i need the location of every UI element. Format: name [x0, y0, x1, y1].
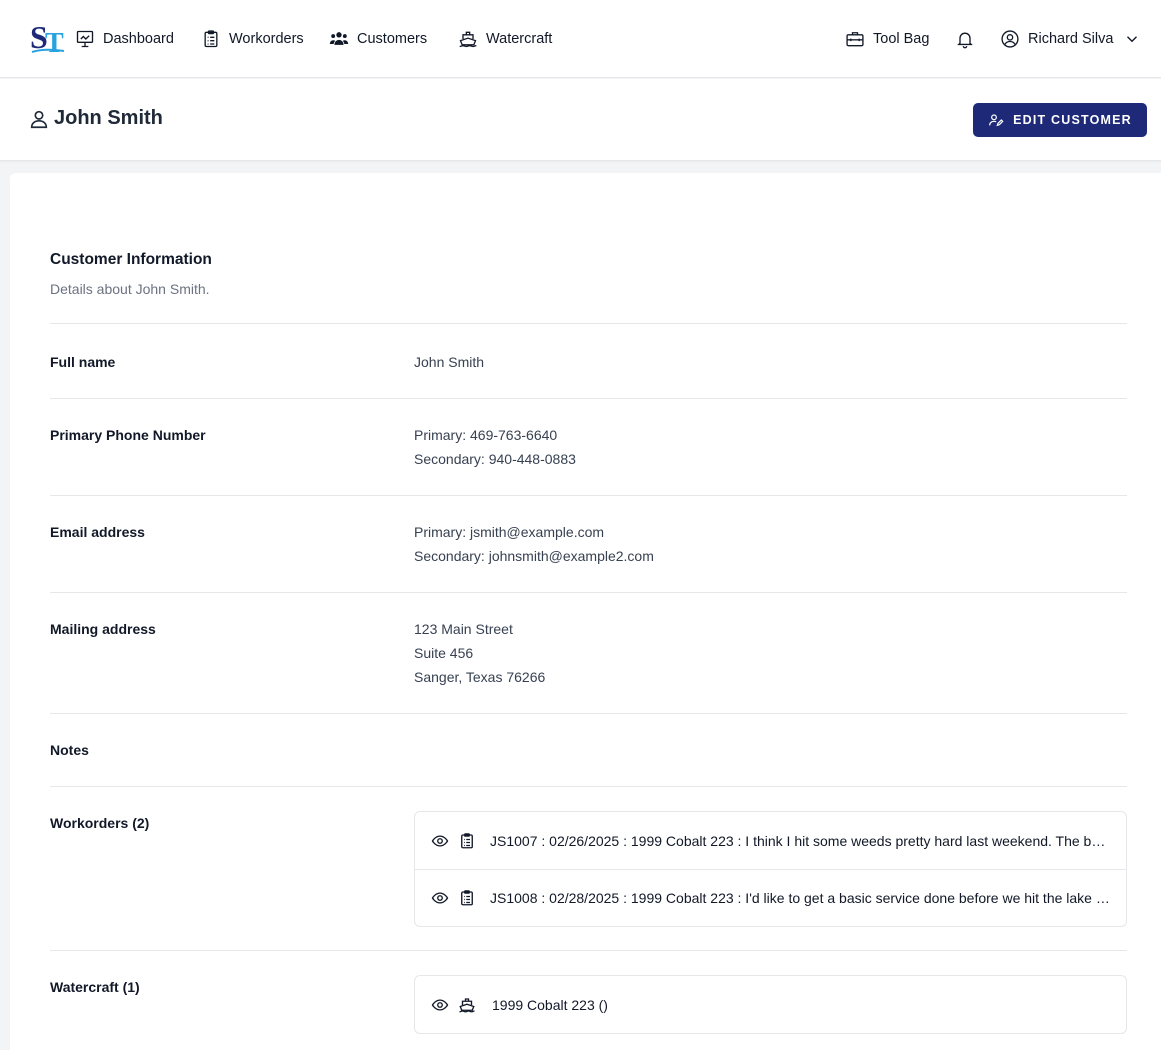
divider	[50, 786, 1127, 787]
divider	[50, 495, 1127, 496]
section-title: Customer Information	[50, 251, 212, 268]
nav-tool-bag-label: Tool Bag	[873, 31, 930, 47]
email-value: Primary: jsmith@example.com Secondary: j…	[414, 520, 654, 568]
top-navigation: S T Dashboard Workorders Customers Water…	[0, 0, 1161, 78]
nav-watercraft-label: Watercraft	[486, 31, 553, 47]
page-header: John Smith EDIT CUSTOMER	[0, 79, 1161, 161]
eye-icon[interactable]	[431, 996, 449, 1014]
nav-dashboard[interactable]: Dashboard	[75, 27, 174, 51]
full-name-label: Full name	[50, 354, 116, 370]
email-secondary: Secondary: johnsmith@example2.com	[414, 548, 654, 564]
nav-dashboard-label: Dashboard	[103, 31, 174, 47]
full-name-value: John Smith	[414, 354, 485, 370]
users-icon	[329, 32, 349, 45]
nav-tool-bag[interactable]: Tool Bag	[845, 27, 929, 51]
divider	[50, 950, 1127, 951]
chart-monitor-icon	[76, 30, 94, 48]
nav-watercraft[interactable]: Watercraft	[458, 27, 552, 51]
logo[interactable]: S T	[30, 19, 66, 59]
nav-customers[interactable]: Customers	[329, 27, 427, 51]
svg-text:T: T	[45, 28, 64, 58]
phone-label: Primary Phone Number	[50, 427, 206, 443]
watercraft-label: Watercraft (1)	[50, 979, 140, 995]
toolbox-icon	[846, 32, 864, 47]
customer-info-card: Customer Information Details about John …	[10, 173, 1161, 1050]
chevron-down-icon	[1127, 36, 1138, 43]
eye-icon[interactable]	[431, 889, 449, 907]
user-edit-icon	[989, 114, 1004, 127]
clipboard-icon	[461, 890, 473, 906]
bell-icon	[957, 32, 973, 49]
user-circle-icon	[1001, 30, 1019, 48]
nav-customers-label: Customers	[357, 31, 428, 47]
address-line-2: Suite 456	[414, 645, 474, 661]
email-label: Email address	[50, 524, 145, 540]
edit-customer-button[interactable]: EDIT CUSTOMER	[973, 103, 1147, 137]
user-icon	[30, 110, 48, 128]
divider	[50, 398, 1127, 399]
watercraft-item[interactable]: 1999 Cobalt 223 ()	[415, 976, 1126, 1033]
address-line-1: 123 Main Street	[414, 621, 513, 637]
clipboard-icon	[461, 832, 473, 848]
divider	[50, 592, 1127, 593]
nav-workorders-label: Workorders	[229, 31, 304, 47]
workorders-label: Workorders (2)	[50, 815, 150, 831]
workorder-item[interactable]: JS1008 : 02/28/2025 : 1999 Cobalt 223 : …	[415, 869, 1126, 926]
email-primary: Primary: jsmith@example.com	[414, 524, 605, 540]
workorder-text: JS1007 : 02/26/2025 : 1999 Cobalt 223 : …	[490, 832, 1110, 849]
address-label: Mailing address	[50, 621, 156, 637]
phone-primary: Primary: 469-763-6640	[414, 427, 558, 443]
user-menu[interactable]: Richard Silva	[1000, 27, 1141, 51]
watercraft-list: 1999 Cobalt 223 ()	[414, 975, 1127, 1034]
divider	[50, 713, 1127, 714]
notes-label: Notes	[50, 742, 89, 758]
divider	[50, 323, 1127, 324]
workorders-list: JS1007 : 02/26/2025 : 1999 Cobalt 223 : …	[414, 811, 1127, 927]
notifications-button[interactable]	[955, 27, 975, 51]
clipboard-icon	[204, 30, 218, 48]
watercraft-text: 1999 Cobalt 223 ()	[492, 996, 608, 1013]
page-title: John Smith	[28, 107, 163, 130]
address-line-3: Sanger, Texas 76266	[414, 669, 546, 685]
customer-name-title: John Smith	[54, 107, 163, 129]
nav-workorders[interactable]: Workorders	[201, 27, 304, 51]
workorder-item[interactable]: JS1007 : 02/26/2025 : 1999 Cobalt 223 : …	[415, 812, 1126, 869]
boat-icon	[459, 31, 477, 48]
section-subtitle: Details about John Smith.	[50, 281, 210, 297]
edit-customer-label: EDIT CUSTOMER	[1013, 113, 1132, 127]
eye-icon[interactable]	[431, 832, 449, 850]
phone-secondary: Secondary: 940-448-0883	[414, 451, 576, 467]
user-name: Richard Silva	[1028, 31, 1114, 47]
phone-value: Primary: 469-763-6640 Secondary: 940-448…	[414, 423, 576, 471]
address-value: 123 Main Street Suite 456 Sanger, Texas …	[414, 617, 545, 689]
workorder-text: JS1008 : 02/28/2025 : 1999 Cobalt 223 : …	[490, 890, 1110, 906]
boat-icon	[459, 997, 475, 1012]
